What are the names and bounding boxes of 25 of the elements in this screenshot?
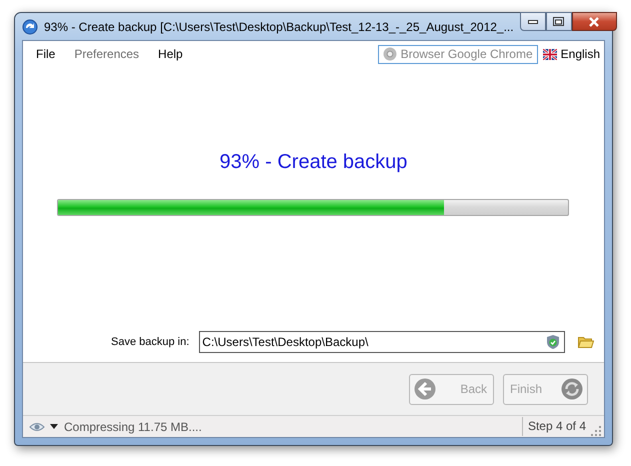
shield-icon [546,334,560,350]
save-label: Save backup in: [111,336,190,348]
app-icon [22,18,38,34]
window-title: 93% - Create backup [C:\Users\Test\Desktop\Backup\Test_12-13_-_25_August_2012_... [44,20,514,34]
progress-heading: 93% - Create backup [218,151,408,174]
browser-field[interactable]: Browser Google Chrome [378,44,538,64]
close-icon [588,16,600,26]
menu-item[interactable]: Help [158,47,183,61]
minimize-icon [528,20,538,24]
status-message: Compressing 11.75 MB.... [64,420,202,434]
refresh-icon [561,378,583,400]
dropdown-arrow-icon[interactable] [50,424,58,429]
folder-icon[interactable] [578,336,594,348]
menu-item[interactable]: File [36,47,56,61]
close-button[interactable] [572,12,617,31]
path-field[interactable]: C:\Users\Test\Desktop\Backup\ [199,331,566,353]
language-selector[interactable]: English [560,47,600,61]
maximize-icon [553,17,564,26]
browser-icon [382,47,397,61]
step-indicator: Step 4 of 4 [522,417,586,436]
flag-icon [542,48,557,60]
maximize-button[interactable] [546,12,572,31]
minimize-button[interactable] [520,12,546,31]
eye-icon[interactable] [29,422,45,432]
resize-grip-icon[interactable] [591,426,601,436]
